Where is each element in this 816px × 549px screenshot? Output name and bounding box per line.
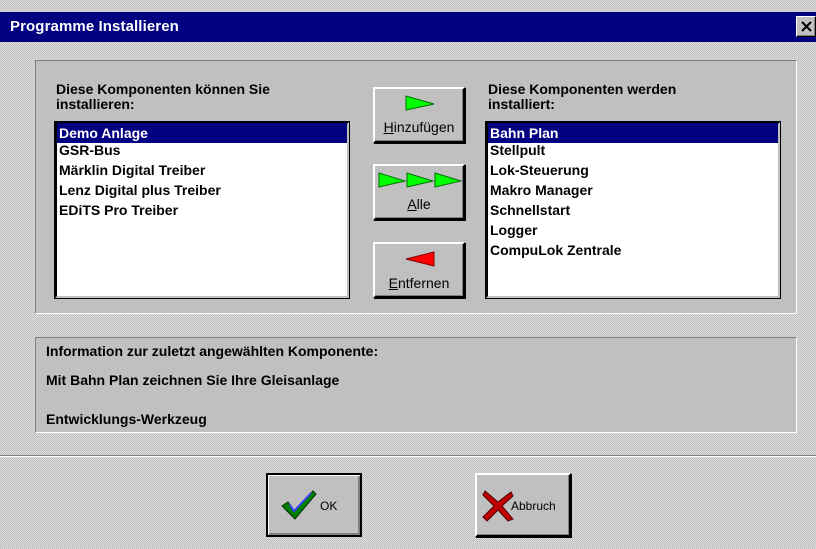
remove-button-label: Entfernen bbox=[388, 275, 450, 291]
ok-button[interactable]: OK bbox=[266, 473, 362, 537]
list-item-edits-pro-treiber[interactable]: EDiTS Pro Treiber bbox=[57, 200, 347, 220]
list-item-makro-manager[interactable]: Makro Manager bbox=[488, 180, 778, 200]
available-components-list[interactable]: Demo Anlage GSR-Bus Märklin Digital Trei… bbox=[54, 121, 350, 299]
available-components-label: Diese Komponenten können Sie installiere… bbox=[56, 81, 270, 112]
add-button[interactable]: Hinzufügen bbox=[373, 87, 465, 143]
footer-separator bbox=[0, 455, 816, 457]
cancel-button-label: Abbruch bbox=[511, 499, 556, 513]
info-category: Entwicklungs-Werkzeug bbox=[46, 411, 207, 427]
window-title: Programme Installieren bbox=[10, 18, 179, 35]
green-checkmark-icon bbox=[281, 490, 317, 520]
green-arrow-right-icon bbox=[405, 95, 435, 111]
title-bar[interactable]: Programme Installieren bbox=[0, 12, 816, 42]
add-all-button[interactable]: Alle bbox=[373, 164, 465, 220]
list-item-gsr-bus[interactable]: GSR-Bus bbox=[57, 140, 347, 160]
red-arrow-left-icon bbox=[405, 251, 435, 267]
close-icon bbox=[801, 21, 812, 32]
list-item-schnellstart[interactable]: Schnellstart bbox=[488, 200, 778, 220]
install-dialog: Programme Installieren Diese Komponenten… bbox=[0, 0, 816, 549]
list-item-compulok-zentrale[interactable]: CompuLok Zentrale bbox=[488, 240, 778, 260]
info-description: Mit Bahn Plan zeichnen Sie Ihre Gleisanl… bbox=[46, 372, 340, 388]
triple-green-arrow-right-icon bbox=[378, 172, 462, 188]
add-all-button-label: Alle bbox=[407, 196, 431, 212]
red-cross-icon bbox=[482, 490, 514, 522]
installed-components-list[interactable]: Bahn Plan Stellpult Lok-Steuerung Makro … bbox=[485, 121, 781, 299]
info-heading: Information zur zuletzt angewählten Komp… bbox=[46, 343, 379, 359]
installed-components-label: Diese Komponenten werden installiert: bbox=[488, 81, 677, 112]
list-item-lenz-digital-plus-treiber[interactable]: Lenz Digital plus Treiber bbox=[57, 180, 347, 200]
add-button-label: Hinzufügen bbox=[383, 119, 455, 135]
cancel-button[interactable]: Abbruch bbox=[475, 473, 571, 537]
list-item-maerklin-digital-treiber[interactable]: Märklin Digital Treiber bbox=[57, 160, 347, 180]
list-item-lok-steuerung[interactable]: Lok-Steuerung bbox=[488, 160, 778, 180]
list-item-logger[interactable]: Logger bbox=[488, 220, 778, 240]
close-button[interactable] bbox=[796, 16, 816, 37]
ok-button-label: OK bbox=[320, 499, 338, 513]
remove-button[interactable]: Entfernen bbox=[373, 242, 465, 298]
list-item-stellpult[interactable]: Stellpult bbox=[488, 140, 778, 160]
